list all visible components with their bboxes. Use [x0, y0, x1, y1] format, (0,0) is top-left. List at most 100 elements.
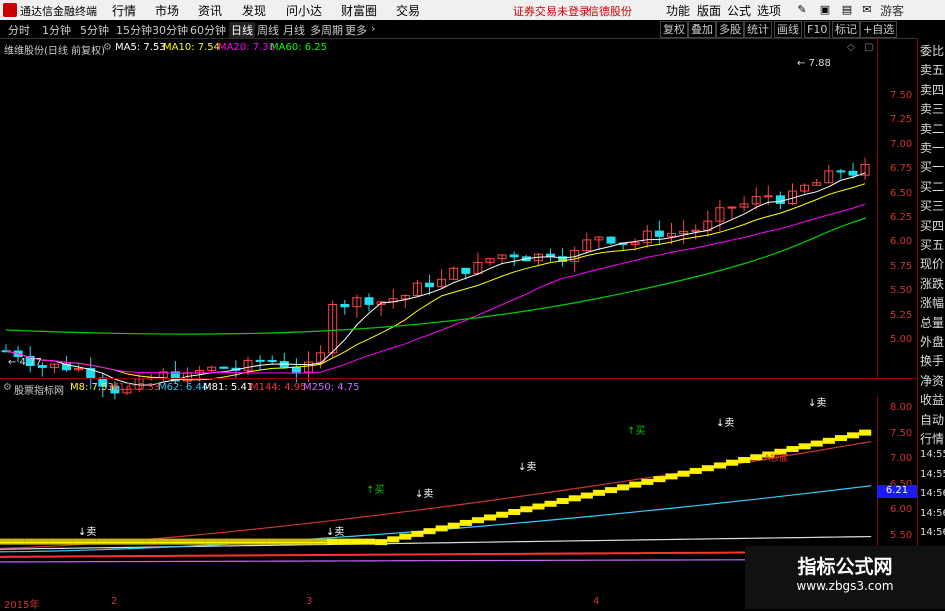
menu-formula[interactable]: 公式 [727, 2, 751, 19]
stats-button[interactable]: 统计 [744, 21, 772, 38]
sidebar-item[interactable]: 净资 [920, 372, 944, 389]
period-more[interactable]: 更多 [345, 22, 367, 38]
lock-icon[interactable]: ▣ [818, 3, 832, 16]
m8-legend: M8: 7.53 [70, 382, 114, 393]
title-bar: 通达信金融终端 行情 市场 资讯 发现 问小达 财富圈 交易 证券交易未登录 信… [0, 0, 945, 20]
price-tick: 7.00 [890, 138, 913, 150]
period-60min[interactable]: 60分钟 [190, 22, 226, 38]
x-label-feb: 2 [111, 596, 118, 607]
chevron-right-icon[interactable]: › [371, 22, 375, 35]
sidebar-item[interactable]: 买一 [920, 158, 944, 175]
menu-wealth[interactable]: 财富圈 [341, 2, 377, 19]
sidebar-item[interactable]: 卖五 [920, 61, 944, 78]
skin-icon[interactable]: ✎ [795, 3, 809, 16]
m8-ribbon [60, 538, 73, 545]
period-daily[interactable]: 日线 [229, 22, 255, 38]
menu-discover[interactable]: 发现 [242, 2, 266, 19]
indicator-gear-icon[interactable]: ⚙ [3, 382, 12, 393]
indicator-tick: 5.50 [890, 529, 913, 541]
sidebar-item[interactable]: 外盘 [920, 333, 944, 350]
app-logo-icon [3, 3, 17, 17]
help-icon[interactable]: ▤ [840, 3, 854, 16]
candle-body [775, 195, 785, 205]
menu-wenxiaoda[interactable]: 问小达 [286, 2, 322, 19]
user-label[interactable]: 游客 [880, 2, 904, 19]
ma20-line [5, 203, 866, 374]
period-intraday[interactable]: 分时 [8, 22, 30, 38]
period-5min[interactable]: 5分钟 [80, 22, 109, 38]
sidebar-item[interactable]: 自动 [920, 411, 944, 428]
sidebar-item[interactable]: 收益 [920, 391, 944, 408]
menu-market[interactable]: 市场 [155, 2, 179, 19]
overlay-button[interactable]: 叠加 [688, 21, 716, 38]
candle-body [364, 297, 374, 305]
m8-ribbon [181, 538, 194, 545]
m8-ribbon [290, 538, 303, 545]
mail-icon[interactable]: ✉ [860, 3, 874, 16]
candle-body [836, 170, 846, 173]
trade-signal: ↓卖 [326, 526, 344, 538]
sidebar-item[interactable]: 14:56 [920, 508, 945, 519]
period-weekly[interactable]: 周线 [257, 22, 279, 38]
indicator-tick: 7.00 [890, 453, 913, 464]
ma5-line [5, 172, 866, 386]
trade-signal: ↑买 [366, 484, 384, 496]
sidebar-item[interactable]: 卖二 [920, 120, 944, 137]
menu-trade[interactable]: 交易 [396, 2, 420, 19]
sidebar-item[interactable]: 14:56 [920, 527, 945, 538]
restore-right-button[interactable]: 复权 [660, 21, 688, 38]
m13-legend: M13: 7.33 [110, 382, 161, 393]
sidebar-item[interactable]: 卖三 [920, 100, 944, 117]
period-1min[interactable]: 1分钟 [42, 22, 71, 38]
mark-button[interactable]: 标记 [832, 21, 860, 38]
candle-body [255, 359, 265, 362]
multi-stock-button[interactable]: 多股 [716, 21, 744, 38]
menu-layout[interactable]: 版面 [697, 2, 721, 19]
sidebar-item[interactable]: 现价 [920, 255, 944, 272]
m8-ribbon [193, 538, 206, 545]
login-notice[interactable]: 证券交易未登录 [513, 3, 590, 19]
price-tick: 6.25 [890, 212, 913, 223]
sidebar-item[interactable]: 14:55 [920, 469, 945, 480]
sidebar-item[interactable]: 涨跌 [920, 275, 944, 292]
app-title: 通达信金融终端 [20, 5, 97, 18]
m8-ribbon [363, 538, 376, 545]
sidebar-item[interactable]: 委比 [920, 42, 944, 59]
m8-ribbon [48, 538, 61, 545]
candle-body [848, 170, 858, 176]
period-monthly[interactable]: 月线 [283, 22, 305, 38]
sidebar-item[interactable]: 买二 [920, 178, 944, 195]
draw-line-button[interactable]: 画线 [774, 21, 802, 38]
sidebar-item[interactable]: 买三 [920, 197, 944, 214]
price-tick: 7.50 [890, 90, 913, 101]
period-30min[interactable]: 30分钟 [152, 22, 188, 38]
sidebar-item[interactable]: 行情 [920, 430, 944, 447]
m8-ribbon [266, 538, 279, 545]
watermark-title: 指标公式网 [797, 556, 893, 578]
quote-sidebar: 委比卖五卖四卖三卖二卖一买一买二买三买四买五现价涨跌涨幅总量外盘换手净资收益自动… [917, 38, 945, 609]
price-tick: 6.00 [890, 236, 913, 248]
sidebar-item[interactable]: 换手 [920, 352, 944, 369]
m8-ribbon [254, 538, 267, 545]
indicator-title: 股票指标网 [14, 386, 64, 397]
period-multi[interactable]: 多周期 [310, 22, 343, 38]
kline-chart[interactable]: ← 7.88 ← 4.77 ↓卖 ↓卖 ↑买 ↓卖 ↓卖 ↑买 ↓卖 ↓卖 A抄底 [0, 38, 877, 609]
sidebar-item[interactable]: 卖一 [920, 139, 944, 156]
period-15min[interactable]: 15分钟 [116, 22, 152, 38]
menu-function[interactable]: 功能 [666, 2, 690, 19]
sidebar-item[interactable]: 卖四 [920, 81, 944, 98]
menu-options[interactable]: 选项 [757, 2, 781, 19]
sidebar-item[interactable]: 14:55 [920, 449, 945, 460]
add-watchlist-button[interactable]: +自选 [860, 21, 898, 38]
sidebar-item[interactable]: 买五 [920, 236, 944, 253]
m62-legend: M62: 6.44 [158, 382, 209, 393]
menu-news[interactable]: 资讯 [198, 2, 222, 19]
menu-quotes[interactable]: 行情 [112, 2, 136, 19]
trade-signal: ↓卖 [415, 488, 433, 500]
sidebar-item[interactable]: 总量 [920, 314, 944, 331]
candle-body [340, 304, 350, 308]
sidebar-item[interactable]: 涨幅 [920, 294, 944, 311]
f10-button[interactable]: F10 [804, 21, 831, 38]
sidebar-item[interactable]: 买四 [920, 217, 944, 234]
sidebar-item[interactable]: 14:56 [920, 488, 945, 499]
